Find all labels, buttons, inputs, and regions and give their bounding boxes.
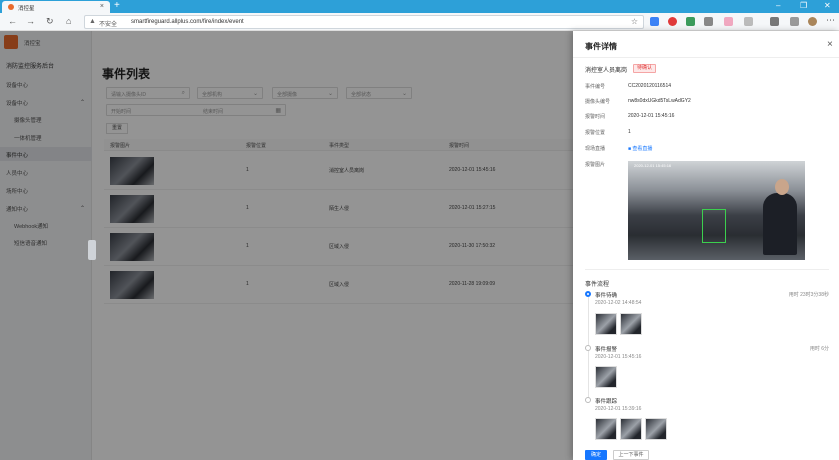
flow-thumbnail[interactable] <box>645 418 667 440</box>
flow-thumbnail[interactable] <box>620 313 642 335</box>
field-label: 报警位置 <box>585 130 606 136</box>
window-close-button[interactable]: ✕ <box>824 1 831 10</box>
bookmark-star-icon[interactable]: ☆ <box>631 17 638 26</box>
person-figure <box>763 193 797 255</box>
flow-thumbnail[interactable] <box>595 313 617 335</box>
home-icon[interactable]: ⌂ <box>66 16 71 26</box>
flow-title: 事件流程 <box>585 282 610 288</box>
flow-step-title: 事件待确 <box>595 293 618 299</box>
flow-step-duration: 用时 23时3分38秒 <box>788 292 829 298</box>
collections-icon[interactable] <box>770 17 779 26</box>
extension-icon[interactable] <box>668 17 677 26</box>
extension-icon[interactable] <box>650 17 659 26</box>
extension-icon[interactable] <box>724 17 733 26</box>
timeline-dot-active <box>585 291 591 297</box>
live-view-link[interactable]: ■ 查看直播 <box>628 145 652 152</box>
status-badge: 待确认 <box>633 64 657 73</box>
insecure-label: 不安全 <box>99 22 118 28</box>
minimize-button[interactable]: – <box>776 1 780 10</box>
event-name: 消控室人员离岗 <box>585 68 628 74</box>
url-text[interactable]: smartfireguard.allplus.com/fire/index/ev… <box>131 19 244 25</box>
flow-step-duration: 用时 6分 <box>809 346 829 352</box>
flow-step-time: 2020-12-01 15:39:16 <box>595 406 642 412</box>
alarm-snapshot-image[interactable]: 2020-12-01 15:45:16 <box>628 161 805 260</box>
flow-step-time: 2020-12-02 14:48:54 <box>595 300 642 306</box>
person-head <box>775 179 789 195</box>
divider <box>585 269 829 270</box>
back-icon[interactable]: ← <box>8 16 17 26</box>
divider <box>573 57 839 58</box>
camera-id-value: nw8s0dxUGkd5TsLwAdGY2 <box>628 98 691 104</box>
timeline-line <box>587 297 589 349</box>
maximize-button[interactable]: ❐ <box>800 1 807 10</box>
timeline-dot <box>585 345 591 351</box>
flow-step-title: 事件报警 <box>595 347 618 353</box>
flow-thumbnail[interactable] <box>595 366 617 388</box>
more-menu-icon[interactable]: ⋯ <box>826 15 835 26</box>
flow-step-time: 2020-12-01 15:45:16 <box>595 354 642 360</box>
extension-icon[interactable] <box>704 17 713 26</box>
alarm-position-value: 1 <box>628 129 631 135</box>
timeline-dot <box>585 397 591 403</box>
browser-tab-bar: 消控星 × + – ❐ ✕ <box>0 0 839 13</box>
close-icon[interactable]: × <box>827 39 833 50</box>
avatar[interactable] <box>808 17 817 26</box>
confirm-button[interactable]: 确定 <box>585 450 607 460</box>
new-tab-button[interactable]: + <box>114 0 120 11</box>
address-bar[interactable]: ▲ 不安全 smartfireguard.allplus.com/fire/in… <box>84 15 644 29</box>
event-id-value: CC2020120116514 <box>628 83 672 89</box>
extension-icon[interactable] <box>686 17 695 26</box>
forward-icon[interactable]: → <box>26 16 35 26</box>
tab-actions-icon[interactable] <box>790 17 799 26</box>
previous-event-button[interactable]: 上一下事件 <box>613 450 649 460</box>
field-label: 摄像头编号 <box>585 99 611 105</box>
warning-icon: ▲ <box>89 18 96 25</box>
field-label: 事件编号 <box>585 84 606 90</box>
flow-step-title: 事件跟踪 <box>595 399 618 405</box>
timeline-line <box>587 351 589 399</box>
tab-title: 消控星 <box>18 6 35 12</box>
snapshot-timestamp: 2020-12-01 15:45:16 <box>634 163 672 168</box>
field-label: 现场直播 <box>585 146 606 152</box>
modal-backdrop[interactable] <box>0 31 573 460</box>
browser-toolbar: ← → ↻ ⌂ ▲ 不安全 smartfireguard.allplus.com… <box>0 13 839 31</box>
sidebar-collapse-handle[interactable] <box>88 240 96 260</box>
detection-box <box>702 209 726 243</box>
reload-icon[interactable]: ↻ <box>46 16 54 27</box>
field-label: 报警时间 <box>585 114 606 120</box>
alarm-time-value: 2020-12-01 15:45:16 <box>628 113 675 119</box>
drawer-title: 事件详情 <box>585 42 617 51</box>
field-label: 报警图片 <box>585 162 606 168</box>
tab-close-icon[interactable]: × <box>100 3 104 10</box>
flow-thumbnail[interactable] <box>620 418 642 440</box>
flow-thumbnail[interactable] <box>595 418 617 440</box>
browser-tab[interactable]: 消控星 × <box>2 1 110 13</box>
extension-icon[interactable] <box>744 17 753 26</box>
favicon-icon <box>8 4 14 10</box>
event-detail-drawer: 事件详情 × 消控室人员离岗 待确认 事件编号 CC2020120116514 … <box>573 31 839 460</box>
